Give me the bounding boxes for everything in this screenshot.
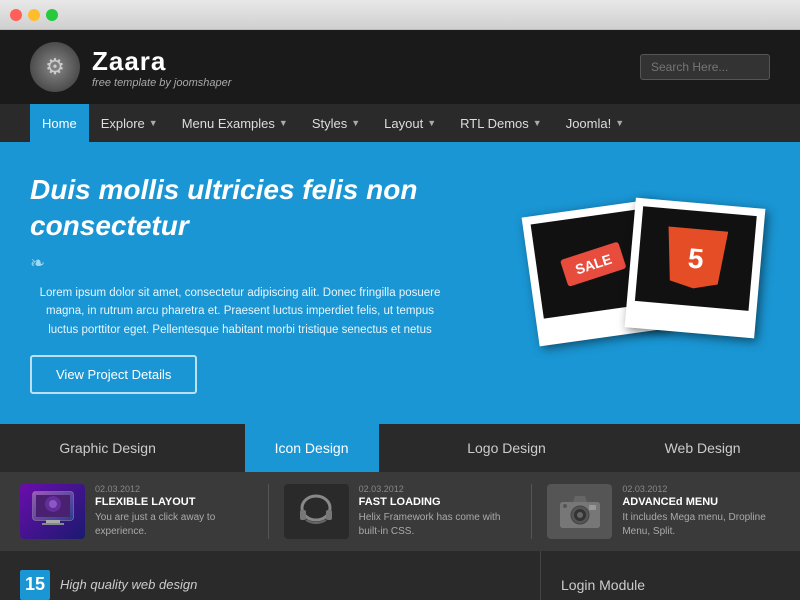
nav-item-layout[interactable]: Layout ▼ bbox=[372, 104, 448, 142]
gear-icon: ⚙ bbox=[45, 54, 65, 80]
feature-title-2: FAST LOADING bbox=[359, 496, 517, 508]
nav-item-joomla[interactable]: Joomla! ▼ bbox=[554, 104, 636, 142]
feature-card-flexible-layout: 02.03.2012 FLEXIBLE LAYOUT You are just … bbox=[20, 484, 253, 539]
feature-desc-3: It includes Mega menu, Dropline Menu, Sp… bbox=[622, 511, 780, 539]
feature-title-1: FLEXIBLE LAYOUT bbox=[95, 496, 253, 508]
html5-badge: 5 bbox=[663, 226, 728, 291]
camera-icon bbox=[555, 490, 605, 532]
feature-text-advanced-menu: 02.03.2012 ADVANCEd MENU It includes Meg… bbox=[622, 484, 780, 539]
hero-images: SALE 5 bbox=[510, 203, 770, 363]
bottom-text: High quality web design bbox=[60, 577, 197, 592]
nav-item-styles[interactable]: Styles ▼ bbox=[300, 104, 372, 142]
tab-graphic-design[interactable]: Graphic Design bbox=[29, 424, 186, 472]
logo-subtitle: free template by joomshaper bbox=[92, 77, 231, 89]
search-input[interactable] bbox=[640, 54, 770, 80]
feature-image-flexible-layout bbox=[20, 484, 85, 539]
nav-item-menu-examples[interactable]: Menu Examples ▼ bbox=[170, 104, 300, 142]
sale-badge: SALE bbox=[560, 241, 627, 287]
chevron-down-icon: ▼ bbox=[149, 118, 158, 128]
view-project-button[interactable]: View Project Details bbox=[30, 355, 197, 394]
bottom-left: 15 High quality web design bbox=[0, 551, 540, 600]
chevron-down-icon: ▼ bbox=[533, 118, 542, 128]
feature-desc-2: Helix Framework has come with built-in C… bbox=[359, 511, 517, 539]
chevron-down-icon: ▼ bbox=[427, 118, 436, 128]
bottom-right: Login Module bbox=[540, 551, 800, 600]
header: ⚙ Zaara free template by joomshaper bbox=[0, 30, 800, 104]
nav-item-explore[interactable]: Explore ▼ bbox=[89, 104, 170, 142]
feature-text-flexible-layout: 02.03.2012 FLEXIBLE LAYOUT You are just … bbox=[95, 484, 253, 539]
hero-text: Duis mollis ultricies felis non consecte… bbox=[30, 172, 450, 394]
nav-item-home[interactable]: Home bbox=[30, 104, 89, 142]
feature-divider-2 bbox=[531, 484, 532, 539]
page: ⚙ Zaara free template by joomshaper Home… bbox=[0, 30, 800, 600]
nav-item-rtl-demos[interactable]: RTL Demos ▼ bbox=[448, 104, 554, 142]
feature-text-fast-loading: 02.03.2012 FAST LOADING Helix Framework … bbox=[359, 484, 517, 539]
browser-chrome bbox=[0, 0, 800, 30]
feature-title-3: ADVANCEd MENU bbox=[622, 496, 780, 508]
logo-icon: ⚙ bbox=[30, 42, 80, 92]
feature-date-2: 02.03.2012 bbox=[359, 484, 517, 494]
feature-image-advanced-menu bbox=[547, 484, 612, 539]
dot-yellow[interactable] bbox=[28, 9, 40, 21]
hero-title: Duis mollis ultricies felis non consecte… bbox=[30, 172, 450, 245]
login-module-label: Login Module bbox=[561, 577, 645, 593]
logo-title: Zaara bbox=[92, 46, 231, 77]
design-tabs: Graphic Design Icon Design Logo Design W… bbox=[0, 424, 800, 472]
tab-web-design[interactable]: Web Design bbox=[635, 424, 771, 472]
hero-section: Duis mollis ultricies felis non consecte… bbox=[0, 142, 800, 424]
feature-date-3: 02.03.2012 bbox=[622, 484, 780, 494]
bottom-row: 15 High quality web design Login Module bbox=[0, 551, 800, 600]
feature-divider-1 bbox=[268, 484, 269, 539]
chevron-down-icon: ▼ bbox=[615, 118, 624, 128]
dot-red[interactable] bbox=[10, 9, 22, 21]
feature-date-1: 02.03.2012 bbox=[95, 484, 253, 494]
polaroid-inner-2: 5 bbox=[635, 206, 757, 311]
tab-icon-design[interactable]: Icon Design bbox=[245, 424, 379, 472]
hero-divider: ❧ bbox=[30, 253, 450, 274]
logo-area: ⚙ Zaara free template by joomshaper bbox=[30, 42, 231, 92]
logo-text: Zaara free template by joomshaper bbox=[92, 46, 231, 89]
bottom-number: 15 bbox=[20, 570, 50, 600]
feature-card-fast-loading: 02.03.2012 FAST LOADING Helix Framework … bbox=[284, 484, 517, 539]
feature-desc-1: You are just a click away to experience. bbox=[95, 511, 253, 539]
chevron-down-icon: ▼ bbox=[279, 118, 288, 128]
headphones-icon bbox=[291, 490, 341, 532]
nav: Home Explore ▼ Menu Examples ▼ Styles ▼ … bbox=[0, 104, 800, 142]
tab-logo-design[interactable]: Logo Design bbox=[437, 424, 576, 472]
polaroid-2: 5 bbox=[625, 198, 766, 339]
feature-card-advanced-menu: 02.03.2012 ADVANCEd MENU It includes Meg… bbox=[547, 484, 780, 539]
chevron-down-icon: ▼ bbox=[351, 118, 360, 128]
hero-body: Lorem ipsum dolor sit amet, consectetur … bbox=[30, 284, 450, 339]
monitor-icon bbox=[28, 490, 78, 532]
features-section: 02.03.2012 FLEXIBLE LAYOUT You are just … bbox=[0, 472, 800, 551]
dot-green[interactable] bbox=[46, 9, 58, 21]
feature-image-fast-loading bbox=[284, 484, 349, 539]
